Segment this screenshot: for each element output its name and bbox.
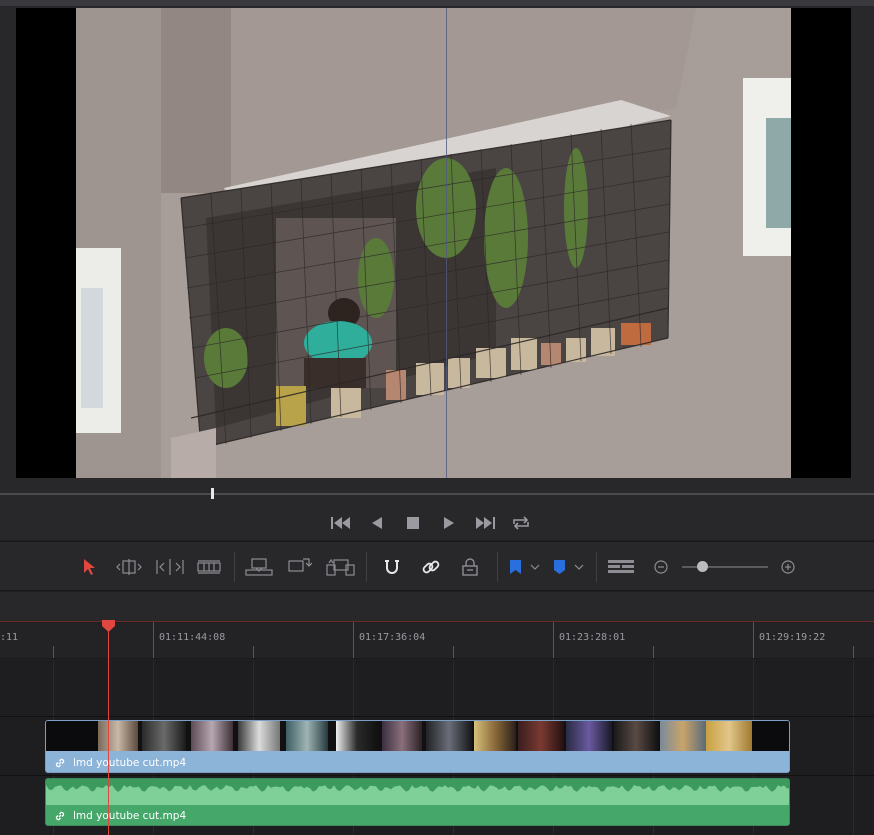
edit-toolbar <box>0 541 874 591</box>
replace-clip-icon[interactable] <box>324 554 356 580</box>
ruler-tick <box>853 646 854 658</box>
grid-line <box>853 660 854 835</box>
zoom-slider-track[interactable] <box>682 566 768 568</box>
go-to-end-icon[interactable] <box>474 513 496 533</box>
track-divider <box>0 775 874 776</box>
timecode-ruler[interactable]: :11 01:11:44:08 01:17:36:04 01:23:28:01 … <box>0 622 874 659</box>
scrubber-track[interactable] <box>0 493 874 495</box>
audio-waveform <box>46 779 789 805</box>
audio-clip[interactable]: lmd youtube cut.mp4 <box>45 778 790 826</box>
resolve-cut-page: :11 01:11:44:08 01:17:36:04 01:23:28:01 … <box>0 0 874 835</box>
selection-arrow-icon[interactable] <box>80 554 98 580</box>
ruler-tick <box>353 622 354 658</box>
play-icon[interactable] <box>438 513 460 533</box>
track-divider <box>0 716 874 717</box>
ruler-tick <box>553 622 554 658</box>
toolbar-separator <box>596 552 597 582</box>
ruler-tick <box>453 646 454 658</box>
timeline-header <box>0 592 874 622</box>
position-lock-icon[interactable] <box>459 554 481 580</box>
viewer-scrub-area <box>0 484 874 540</box>
ruler-timecode: 01:17:36:04 <box>359 632 426 643</box>
ruler-timecode: 01:29:19:22 <box>759 632 826 643</box>
ruler-tick <box>53 646 54 658</box>
toolbar-separator <box>497 552 498 582</box>
play-reverse-icon[interactable] <box>366 513 388 533</box>
zoom-slider-knob[interactable] <box>696 561 708 572</box>
toolbar-separator <box>366 552 367 582</box>
blade-icon[interactable] <box>195 554 223 580</box>
video-frame-image <box>76 8 791 478</box>
link-icon <box>55 811 65 821</box>
trim-edit-icon[interactable] <box>114 554 144 580</box>
viewer-top-border <box>0 0 874 6</box>
timeline-tracks[interactable]: lmd youtube cut.mp4 lmd youtube cut.mp4 <box>0 660 874 835</box>
scrubber-handle[interactable] <box>211 488 214 499</box>
ruler-tick <box>253 646 254 658</box>
ruler-timecode: :11 <box>0 632 19 643</box>
timeline-view-icon[interactable] <box>607 554 635 580</box>
ruler-timecode: 01:11:44:08 <box>159 632 226 643</box>
ruler-tick <box>653 646 654 658</box>
marker-icon[interactable] <box>550 554 586 580</box>
stop-icon[interactable] <box>402 513 424 533</box>
clip-thumbnails <box>46 721 789 751</box>
ruler-tick <box>153 622 154 658</box>
zoom-out-icon[interactable] <box>653 554 669 580</box>
toolbar-separator <box>234 552 235 582</box>
loop-icon[interactable] <box>510 513 532 533</box>
transport-controls <box>330 512 532 534</box>
zoom-in-icon[interactable] <box>780 554 796 580</box>
ruler-timecode: 01:23:28:01 <box>559 632 626 643</box>
ruler-tick <box>753 622 754 658</box>
viewer-frame[interactable] <box>16 8 851 478</box>
audio-clip-label: lmd youtube cut.mp4 <box>46 805 789 825</box>
viewer-panel <box>0 0 874 484</box>
video-clip-label: lmd youtube cut.mp4 <box>46 752 789 772</box>
flag-icon[interactable] <box>506 554 542 580</box>
playhead-line[interactable] <box>108 623 109 835</box>
insert-clip-icon[interactable] <box>244 554 274 580</box>
dynamic-trim-icon[interactable] <box>155 554 185 580</box>
playhead-marker-icon[interactable] <box>101 619 116 633</box>
go-to-start-icon[interactable] <box>330 513 352 533</box>
snapping-icon[interactable] <box>381 554 403 580</box>
viewer-guide-line <box>446 8 447 478</box>
video-clip[interactable]: lmd youtube cut.mp4 <box>45 720 790 773</box>
link-icon <box>55 758 65 768</box>
overwrite-clip-icon[interactable] <box>286 554 312 580</box>
video-clip-name: lmd youtube cut.mp4 <box>73 757 187 769</box>
linked-selection-icon[interactable] <box>420 554 442 580</box>
balcony-scene-illustration <box>76 8 791 478</box>
audio-clip-name: lmd youtube cut.mp4 <box>73 810 187 822</box>
